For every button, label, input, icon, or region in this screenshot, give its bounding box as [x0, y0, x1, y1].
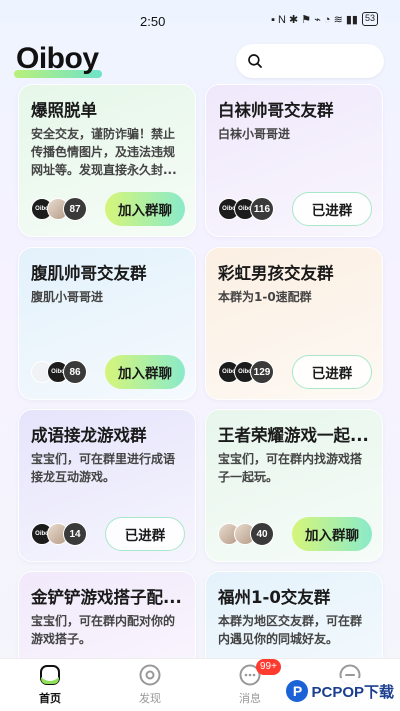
group-card[interactable]: 金铲铲游戏搭子配... 宝宝们，可在群内配对你的游戏搭子。 [18, 571, 196, 658]
group-title: 成语接龙游戏群 [31, 426, 147, 445]
group-title: 爆照脱单 [31, 101, 97, 120]
join-group-button[interactable]: 加入群聊 [292, 517, 372, 551]
watermark-logo: P [286, 680, 309, 702]
tab-home[interactable]: 首页 [0, 659, 100, 711]
member-count: 40 [250, 522, 274, 546]
group-list: 爆照脱单安全交友，谨防诈骗！禁止传播色情图片，及违法违规网址等。发现直接永久封.… [0, 84, 400, 658]
member-count: 87 [63, 197, 87, 221]
group-card[interactable]: 成语接龙游戏群宝宝们，可在群里进行成语接龙互动游戏。 Oibo 14 已进群 [18, 409, 196, 562]
group-title: 王者荣耀游戏一起... [218, 426, 369, 445]
group-card[interactable]: 白袜帅哥交友群白袜小哥哥进 Oibo Oibo 116 已进群 [205, 84, 383, 237]
search-icon [248, 54, 262, 68]
status-icons: ▪ N ✱ ⚑ ⌁ ◔ ≋ ▮▮ 53 [271, 12, 378, 26]
group-title: 白袜帅哥交友群 [218, 101, 334, 120]
group-card[interactable]: 彩虹男孩交友群本群为1-0速配群 Oibo Oibo 129 已进群 [205, 247, 383, 400]
pcpop-watermark: P PCPOP下载 [282, 678, 398, 704]
member-count: 129 [250, 360, 274, 384]
app-logo: Oiboy [16, 42, 99, 75]
member-avatars: Oibo Oibo 116 [218, 197, 274, 221]
status-time: 2:50 [140, 14, 166, 29]
tab-home-label: 首页 [39, 692, 61, 705]
group-description: 本群为地区交友群，可在群内遇见你的同城好友。 [218, 614, 363, 646]
group-description: 本群为1-0速配群 [218, 290, 312, 304]
member-count: 86 [63, 360, 87, 384]
battery-icon: 53 [361, 12, 378, 26]
group-description: 安全交友，谨防诈骗！禁止传播色情图片，及违法违规网址等。发现直接永久封... [31, 127, 177, 177]
discover-icon [139, 664, 161, 686]
group-title: 彩虹男孩交友群 [218, 264, 334, 283]
join-group-button[interactable]: 加入群聊 [105, 355, 185, 389]
app-header: Oiboy [0, 38, 400, 82]
group-title: 福州1-0交友群 [218, 588, 331, 607]
member-avatars: Oibo Oibo 129 [218, 360, 274, 384]
group-card[interactable]: 王者荣耀游戏一起... 宝宝们，可在群内找游戏搭子一起玩。 40 加入群聊 [205, 409, 383, 562]
group-description: 宝宝们，可在群内配对你的游戏搭子。 [31, 614, 176, 646]
member-count: 14 [63, 522, 87, 546]
joined-group-button[interactable]: 已进群 [105, 517, 185, 551]
group-description: 宝宝们，可在群里进行成语接龙互动游戏。 [31, 452, 176, 484]
member-avatars: Oibo 14 [31, 522, 87, 546]
tab-discover[interactable]: 发现 [100, 659, 200, 711]
member-count: 116 [250, 197, 274, 221]
home-icon [40, 665, 60, 685]
joined-group-button[interactable]: 已进群 [292, 192, 372, 226]
member-avatars: Oibo 86 [31, 360, 87, 384]
status-indicator-icons: ▪ N ✱ ⚑ ⌁ ◔ ≋ ▮▮ [271, 13, 358, 26]
message-badge: 99+ [256, 659, 281, 675]
group-description: 宝宝们，可在群内找游戏搭子一起玩。 [218, 452, 363, 484]
member-avatars: Oibo 87 [31, 197, 87, 221]
group-description: 白袜小哥哥进 [218, 127, 291, 141]
group-card[interactable]: 腹肌帅哥交友群腹肌小哥哥进 Oibo 86 加入群聊 [18, 247, 196, 400]
member-avatars: 40 [218, 522, 274, 546]
group-title: 腹肌帅哥交友群 [31, 264, 147, 283]
group-description: 腹肌小哥哥进 [31, 290, 104, 304]
watermark-text: PCPOP下载 [311, 683, 394, 701]
group-card[interactable]: 福州1-0交友群本群为地区交友群，可在群内遇见你的同城好友。 [205, 571, 383, 658]
joined-group-button[interactable]: 已进群 [292, 355, 372, 389]
group-card[interactable]: 爆照脱单安全交友，谨防诈骗！禁止传播色情图片，及违法违规网址等。发现直接永久封.… [18, 84, 196, 237]
search-box[interactable] [236, 44, 384, 78]
group-title: 金铲铲游戏搭子配... [31, 588, 182, 607]
status-bar: 2:50 ▪ N ✱ ⚑ ⌁ ◔ ≋ ▮▮ 53 [0, 0, 400, 36]
join-group-button[interactable]: 加入群聊 [105, 192, 185, 226]
tab-discover-label: 发现 [139, 692, 161, 705]
